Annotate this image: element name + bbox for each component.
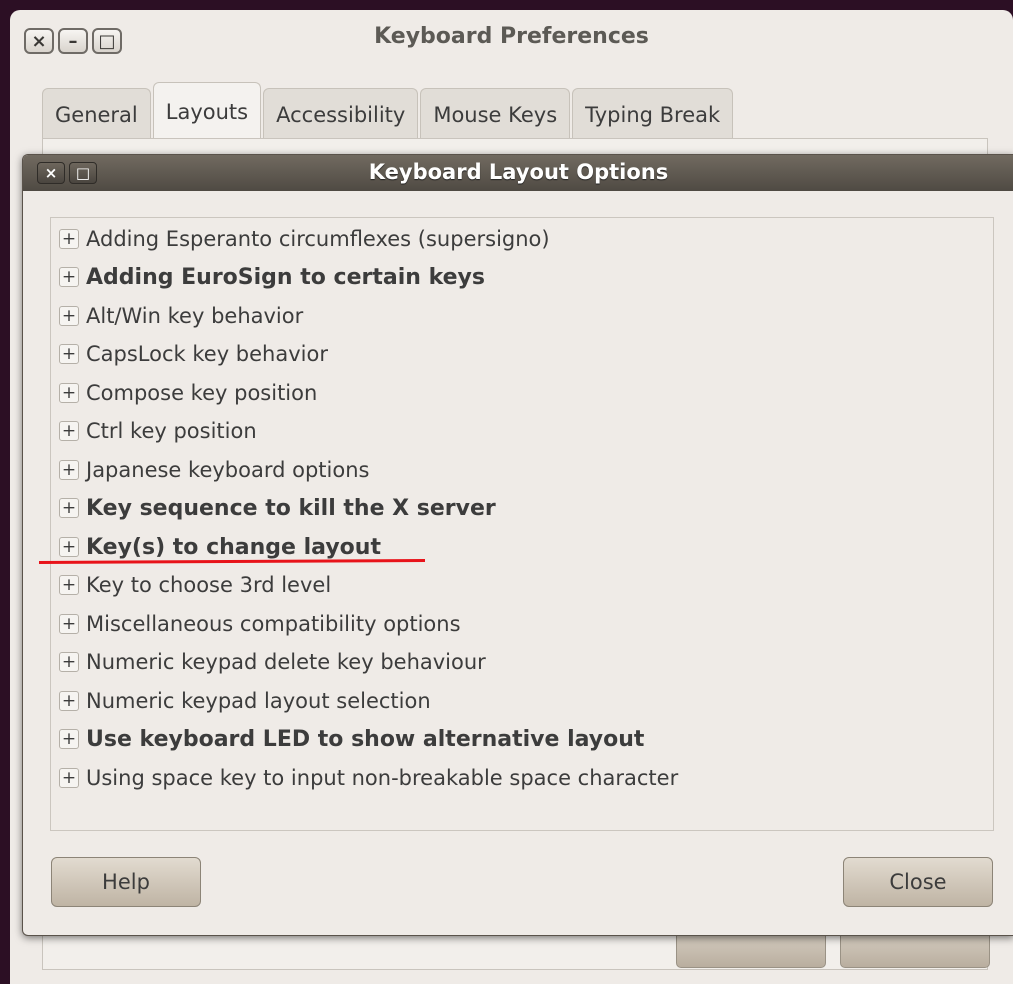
- option-row-misc-compat[interactable]: + Miscellaneous compatibility options: [51, 605, 461, 643]
- option-row-ctrl[interactable]: + Ctrl key position: [51, 412, 257, 450]
- option-row-kill-x-server[interactable]: + Key sequence to kill the X server: [51, 489, 496, 527]
- option-row-3rd-level[interactable]: + Key to choose 3rd level: [51, 566, 331, 604]
- option-label: Miscellaneous compatibility options: [86, 612, 461, 636]
- plus-icon[interactable]: +: [59, 691, 79, 711]
- option-label: Numeric keypad delete key behaviour: [86, 650, 486, 674]
- plus-icon[interactable]: +: [59, 229, 79, 249]
- plus-icon[interactable]: +: [59, 344, 79, 364]
- option-label: Japanese keyboard options: [86, 458, 370, 482]
- window-title: Keyboard Preferences: [374, 24, 649, 49]
- dialog-titlebar[interactable]: × □ Keyboard Layout Options: [23, 155, 1013, 191]
- plus-icon[interactable]: +: [59, 729, 79, 749]
- plus-icon[interactable]: +: [59, 383, 79, 403]
- plus-icon[interactable]: +: [59, 614, 79, 634]
- keyboard-layout-options-dialog: × □ Keyboard Layout Options + Adding Esp…: [22, 154, 1013, 936]
- option-label: Key to choose 3rd level: [86, 573, 332, 597]
- plus-icon[interactable]: +: [59, 768, 79, 788]
- help-button[interactable]: Help: [51, 857, 201, 907]
- tab-typing-break[interactable]: Typing Break: [572, 88, 734, 140]
- option-label: Alt/Win key behavior: [86, 304, 304, 328]
- option-row-capslock[interactable]: + CapsLock key behavior: [51, 335, 328, 373]
- tab-bar: General Layouts Accessibility Mouse Keys…: [42, 82, 735, 140]
- option-row-esperanto[interactable]: + Adding Esperanto circumflexes (supersi…: [51, 220, 550, 258]
- plus-icon[interactable]: +: [59, 306, 79, 326]
- option-label: Use keyboard LED to show alternative lay…: [86, 726, 645, 752]
- option-row-nbsp[interactable]: + Using space key to input non-breakable…: [51, 759, 678, 797]
- close-button[interactable]: Close: [843, 857, 993, 907]
- option-label: Ctrl key position: [86, 419, 257, 443]
- tab-layouts[interactable]: Layouts: [152, 82, 262, 140]
- option-label: Compose key position: [86, 381, 318, 405]
- option-label: Key sequence to kill the X server: [86, 495, 496, 521]
- plus-icon[interactable]: +: [59, 652, 79, 672]
- tab-mouse-keys[interactable]: Mouse Keys: [420, 88, 571, 140]
- option-label: Using space key to input non-breakable s…: [86, 766, 679, 790]
- option-label: Key(s) to change layout: [86, 534, 381, 560]
- option-row-keypad-delete[interactable]: + Numeric keypad delete key behaviour: [51, 643, 486, 681]
- options-tree: + Adding Esperanto circumflexes (supersi…: [50, 217, 994, 831]
- option-row-japanese[interactable]: + Japanese keyboard options: [51, 451, 369, 489]
- plus-icon[interactable]: +: [59, 575, 79, 595]
- plus-icon[interactable]: +: [59, 537, 79, 557]
- option-label: CapsLock key behavior: [86, 342, 328, 366]
- option-label: Numeric keypad layout selection: [86, 689, 431, 713]
- dialog-title: Keyboard Layout Options: [368, 160, 669, 184]
- plus-icon[interactable]: +: [59, 267, 79, 287]
- option-row-compose[interactable]: + Compose key position: [51, 374, 317, 412]
- option-row-keypad-layout[interactable]: + Numeric keypad layout selection: [51, 682, 431, 720]
- option-row-keyboard-led[interactable]: + Use keyboard LED to show alternative l…: [51, 720, 644, 758]
- option-row-altwin[interactable]: + Alt/Win key behavior: [51, 297, 303, 335]
- option-label: Adding Esperanto circumflexes (supersign…: [86, 227, 550, 251]
- option-row-eurosign[interactable]: + Adding EuroSign to certain keys: [51, 258, 485, 296]
- plus-icon[interactable]: +: [59, 498, 79, 518]
- tab-general[interactable]: General: [42, 88, 151, 140]
- plus-icon[interactable]: +: [59, 421, 79, 441]
- plus-icon[interactable]: +: [59, 460, 79, 480]
- option-label: Adding EuroSign to certain keys: [86, 264, 485, 290]
- tab-accessibility[interactable]: Accessibility: [263, 88, 419, 140]
